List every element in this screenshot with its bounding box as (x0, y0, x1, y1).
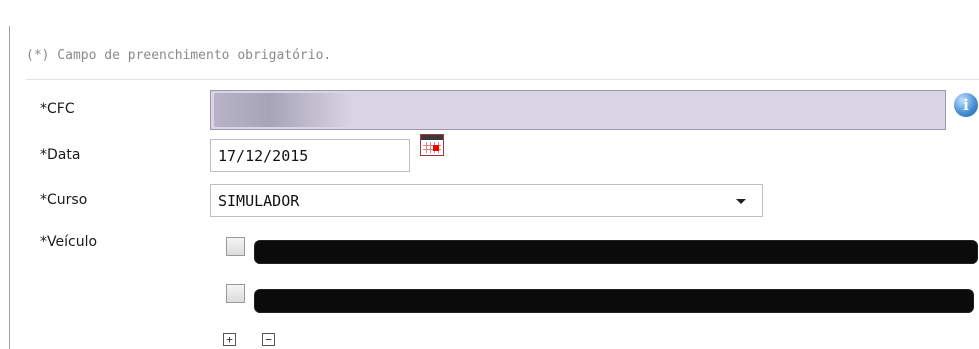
cfc-field[interactable] (210, 90, 946, 130)
required-fields-note: (*) Campo de preenchimento obrigatório. (26, 48, 332, 63)
top-band (0, 0, 979, 10)
course-select[interactable]: SIMULADOR (210, 184, 763, 217)
panel-left-border (9, 26, 10, 349)
chevron-down-icon (736, 199, 746, 204)
course-select-value: SIMULADOR (218, 191, 300, 210)
plus-icon[interactable]: + (223, 333, 236, 346)
date-input[interactable]: 17/12/2015 (210, 139, 410, 172)
course-label: *Curso (40, 192, 88, 208)
info-icon[interactable]: i (954, 93, 978, 117)
vehicle-redacted-text-2 (255, 290, 973, 312)
cfc-label: *CFC (40, 101, 75, 117)
vehicle-label: *Veículo (40, 234, 98, 250)
date-label: *Data (40, 147, 81, 163)
vehicle-redacted-text-1 (255, 241, 977, 263)
cfc-blurred-value (214, 93, 354, 127)
vehicle-checkbox-2[interactable] (226, 284, 245, 303)
calendar-header (421, 135, 443, 140)
minus-icon[interactable]: − (262, 333, 275, 346)
divider (26, 79, 979, 80)
calendar-marker (433, 145, 439, 151)
vehicle-checkbox-1[interactable] (226, 237, 245, 256)
calendar-icon[interactable] (420, 134, 444, 156)
